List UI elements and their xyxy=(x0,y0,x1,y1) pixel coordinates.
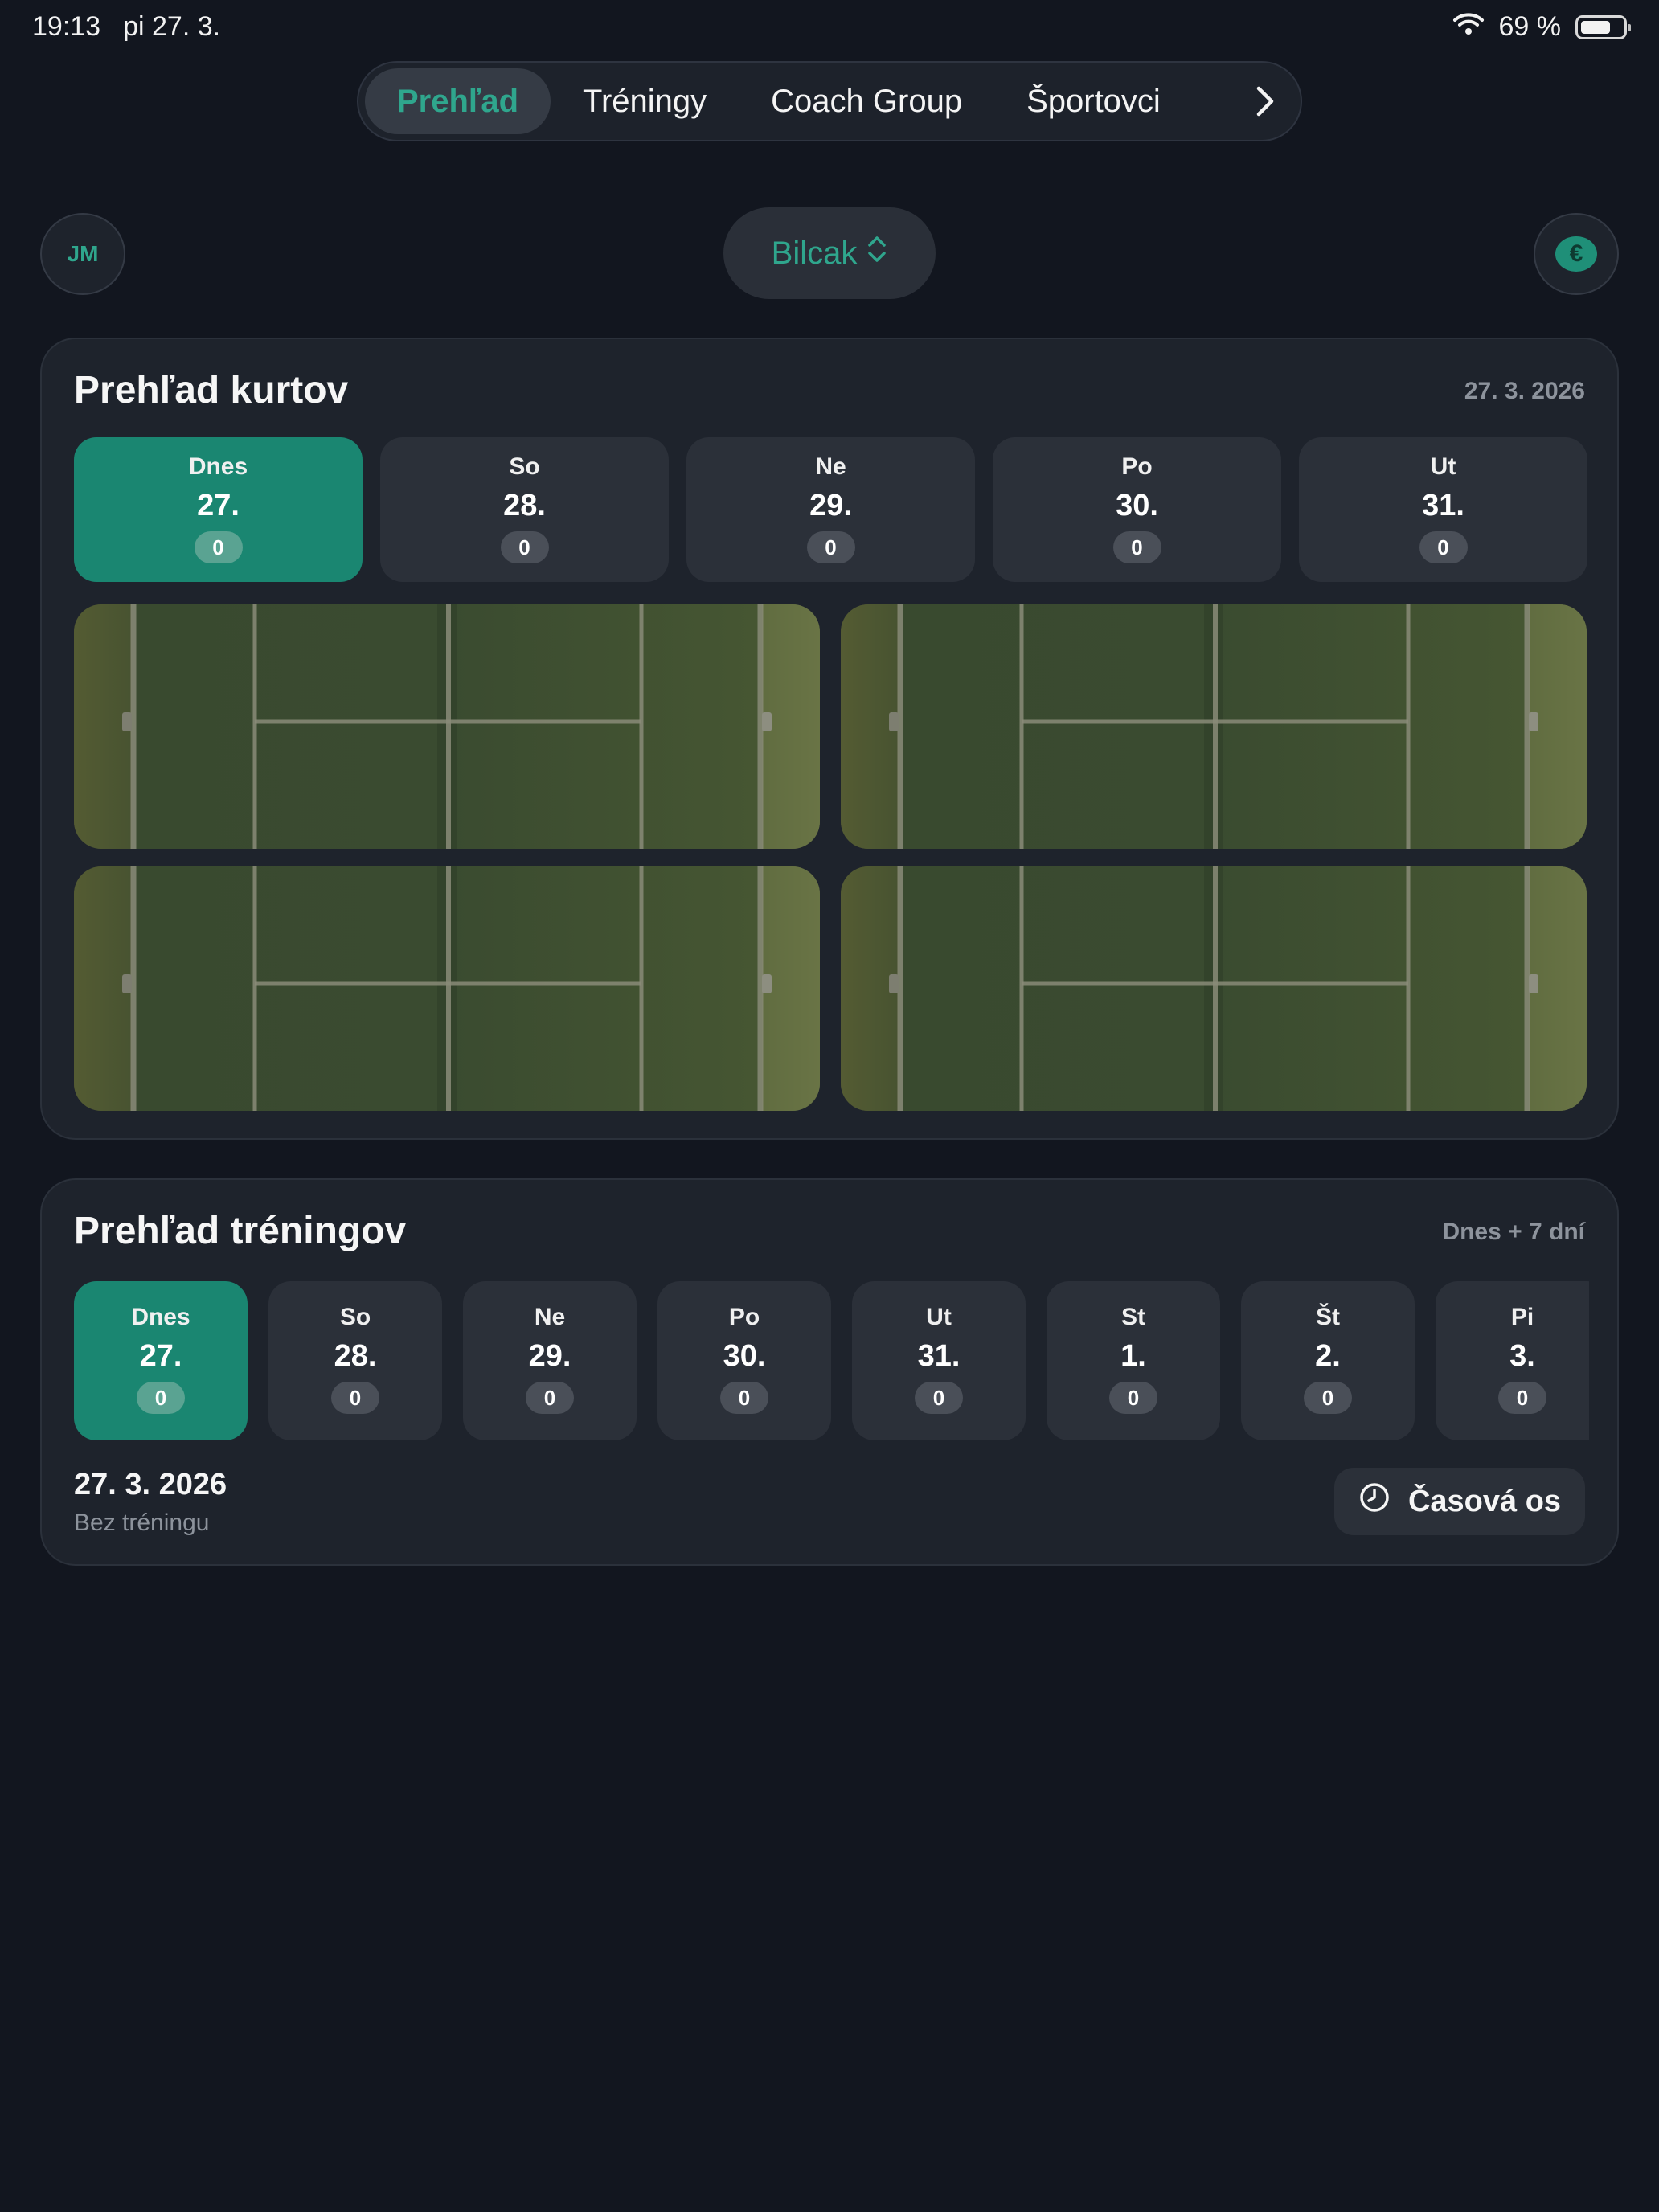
tab-coach-group[interactable]: Coach Group xyxy=(739,68,994,134)
court-day-tile[interactable]: Ne 29. 0 xyxy=(686,437,975,582)
training-day-badge: 0 xyxy=(1498,1382,1546,1414)
top-navigation: Prehľad Tréningy Coach Group Športovci xyxy=(357,61,1302,141)
court-day-tile[interactable]: Ut 31. 0 xyxy=(1299,437,1587,582)
tab-prehlad[interactable]: Prehľad xyxy=(365,68,551,134)
training-day-badge: 0 xyxy=(1304,1382,1352,1414)
court-day-tile[interactable]: Po 30. 0 xyxy=(993,437,1281,582)
trainings-overview-card: Prehľad tréningov Dnes + 7 dní Dnes 27. 0 S… xyxy=(40,1178,1619,1566)
court-day-tile[interactable]: So 28. 0 xyxy=(380,437,669,582)
court-day-num: 28. xyxy=(503,489,546,522)
clock-icon xyxy=(1358,1481,1391,1522)
court-day-label: Ne xyxy=(815,453,846,480)
training-day-tile[interactable]: Dnes 27. 0 xyxy=(74,1281,248,1440)
court-day-badge: 0 xyxy=(1419,531,1468,563)
training-day-num: 30. xyxy=(723,1339,766,1373)
court-day-num: 31. xyxy=(1422,489,1464,522)
court-day-num: 29. xyxy=(809,489,852,522)
training-day-label: St xyxy=(1121,1304,1145,1330)
court-day-badge: 0 xyxy=(806,531,855,563)
court-day-num: 30. xyxy=(1116,489,1158,522)
tab-treningy[interactable]: Tréningy xyxy=(551,68,739,134)
training-day-label: Št xyxy=(1316,1304,1340,1330)
training-day-badge: 0 xyxy=(526,1382,574,1414)
court-tile[interactable] xyxy=(74,866,820,1111)
court-day-label: Dnes xyxy=(188,453,248,480)
status-time: 19:13 xyxy=(32,11,101,42)
training-day-num: 28. xyxy=(334,1339,377,1373)
training-day-badge: 0 xyxy=(1109,1382,1157,1414)
status-bar-left: 19:13 pi 27. 3. xyxy=(32,11,220,43)
training-day-badge: 0 xyxy=(720,1382,768,1414)
training-day-tile[interactable]: So 28. 0 xyxy=(268,1281,442,1440)
court-day-num: 27. xyxy=(197,489,240,522)
chevron-right-icon[interactable] xyxy=(1249,77,1281,125)
court-day-label: So xyxy=(509,453,540,480)
court-day-tile[interactable]: Dnes 27. 0 xyxy=(74,437,363,582)
euro-icon: € xyxy=(1555,236,1597,272)
avatar-button[interactable]: JM xyxy=(40,213,125,295)
trainings-overview-title: Prehľad tréningov xyxy=(74,1210,407,1252)
battery-percent: 69 % xyxy=(1498,11,1562,42)
training-day-tile[interactable]: St 1. 0 xyxy=(1047,1281,1220,1440)
chevron-up-down-icon xyxy=(866,235,887,272)
training-day-num: 2. xyxy=(1315,1339,1341,1373)
courts-overview-title: Prehľad kurtov xyxy=(74,369,349,412)
training-day-label: Po xyxy=(728,1304,760,1330)
selected-date: 27. 3. 2026 xyxy=(74,1468,227,1501)
battery-icon xyxy=(1575,14,1631,39)
training-day-num: 27. xyxy=(139,1339,182,1373)
selected-status: Bez tréningu xyxy=(74,1509,210,1536)
training-day-label: Dnes xyxy=(131,1304,190,1330)
court-day-badge: 0 xyxy=(1112,531,1161,563)
site-name: Bilcak xyxy=(771,235,858,271)
timeline-label: Časová os xyxy=(1407,1484,1562,1518)
training-day-num: 1. xyxy=(1120,1339,1146,1373)
training-day-tile[interactable]: Ut 31. 0 xyxy=(852,1281,1026,1440)
training-day-label: So xyxy=(339,1304,371,1330)
courts-overview-card: Prehľad kurtov 27. 3. 2026 Dnes 27. 0 So 28.… xyxy=(40,338,1619,1140)
court-day-label: Ut xyxy=(1430,453,1456,480)
training-day-num: 3. xyxy=(1509,1339,1535,1373)
training-day-tile[interactable]: Ne 29. 0 xyxy=(463,1281,637,1440)
training-day-tile[interactable]: Št 2. 0 xyxy=(1241,1281,1415,1440)
status-bar-right: 69 % xyxy=(1452,11,1631,43)
currency-button[interactable]: € xyxy=(1534,213,1619,295)
avatar-initials: JM xyxy=(67,241,99,266)
training-day-badge: 0 xyxy=(915,1382,963,1414)
training-day-label: Ut xyxy=(926,1304,952,1330)
training-day-badge: 0 xyxy=(331,1382,379,1414)
court-tile[interactable] xyxy=(841,604,1587,849)
timeline-button[interactable]: Časová os xyxy=(1334,1468,1585,1535)
training-day-badge: 0 xyxy=(137,1382,185,1414)
court-day-label: Po xyxy=(1121,453,1153,480)
training-day-tile[interactable]: Pi 3. 0 xyxy=(1436,1281,1589,1440)
training-day-selector: Dnes 27. 0 So 28. 0 Ne 29. 0 Po 30. 0 Ut 31. 0 St 1. 0 Št 2… xyxy=(74,1281,1589,1440)
wifi-icon xyxy=(1452,11,1485,43)
site-selector[interactable]: Bilcak xyxy=(723,207,936,299)
court-day-badge: 0 xyxy=(194,531,243,563)
training-day-label: Pi xyxy=(1510,1304,1534,1330)
training-day-num: 31. xyxy=(917,1339,961,1373)
court-day-badge: 0 xyxy=(500,531,549,563)
court-tile[interactable] xyxy=(841,866,1587,1111)
training-day-label: Ne xyxy=(534,1304,566,1330)
training-day-tile[interactable]: Po 30. 0 xyxy=(657,1281,831,1440)
training-day-num: 29. xyxy=(528,1339,571,1373)
court-day-selector: Dnes 27. 0 So 28. 0 Ne 29. 0 Po 30. 0 Ut 31. 0 xyxy=(74,437,1587,582)
trainings-overview-range: Dnes + 7 dní xyxy=(1442,1219,1585,1245)
courts-overview-date: 27. 3. 2026 xyxy=(1464,378,1585,404)
court-tile[interactable] xyxy=(74,604,820,849)
status-date: pi 27. 3. xyxy=(123,11,221,42)
tab-sportovci[interactable]: Športovci xyxy=(994,68,1193,134)
